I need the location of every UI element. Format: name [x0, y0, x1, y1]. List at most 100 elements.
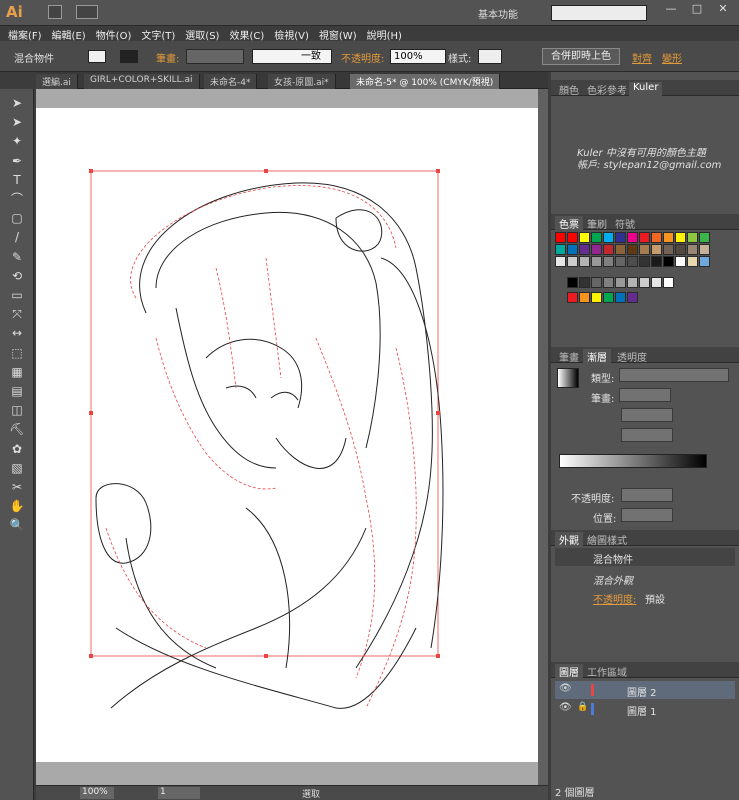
fill-swatch[interactable]: [88, 50, 106, 63]
appearance-opacity-link[interactable]: 不透明度:: [593, 591, 636, 606]
tab-artboards[interactable]: 工作區域: [583, 664, 631, 679]
tool-19-icon[interactable]: ▧: [9, 460, 25, 476]
stroke-swatch[interactable]: [120, 50, 138, 63]
tab-brushes[interactable]: 筆刷: [583, 216, 611, 231]
tab-graphic-styles[interactable]: 繪圖樣式: [583, 532, 631, 547]
gradient-slider[interactable]: [559, 454, 707, 468]
maximize-button[interactable]: □: [686, 2, 708, 16]
tool-13-icon[interactable]: ⬚: [9, 345, 25, 361]
bridge-icon[interactable]: [48, 5, 62, 19]
swatch[interactable]: [591, 292, 602, 303]
menu-item-1[interactable]: 編輯(E): [52, 27, 86, 42]
swatch[interactable]: [615, 244, 626, 255]
gradient-position-field[interactable]: [621, 508, 673, 522]
swatch[interactable]: [675, 244, 686, 255]
swatch[interactable]: [579, 244, 590, 255]
tab-swatches[interactable]: 色票: [555, 216, 583, 231]
swatch[interactable]: [603, 232, 614, 243]
swatch[interactable]: [651, 277, 662, 288]
layer-row-1[interactable]: 👁 🔒 圖層 1: [555, 700, 735, 718]
zoom-field[interactable]: 100%: [80, 787, 114, 799]
swatch[interactable]: [567, 277, 578, 288]
appearance-item[interactable]: 混合外觀: [593, 572, 633, 587]
tool-17-icon[interactable]: ⛏: [9, 421, 25, 437]
tool-7-icon[interactable]: /: [9, 229, 25, 245]
swatch[interactable]: [627, 244, 638, 255]
tab-layers[interactable]: 圖層: [555, 664, 583, 679]
swatch[interactable]: [603, 256, 614, 267]
swatch[interactable]: [651, 256, 662, 267]
tab-doc-4[interactable]: 女孩-原圖.ai*: [268, 74, 336, 89]
layer-name[interactable]: 圖層 1: [627, 703, 657, 718]
swatch[interactable]: [579, 256, 590, 267]
tab-color-guide[interactable]: 色彩參考: [583, 82, 631, 97]
tool-5-icon[interactable]: ⌒: [9, 191, 25, 207]
tool-4-icon[interactable]: T: [9, 172, 25, 188]
swatch[interactable]: [639, 277, 650, 288]
tool-11-icon[interactable]: ⤧: [9, 306, 25, 322]
swatch[interactable]: [627, 232, 638, 243]
menu-item-5[interactable]: 效果(C): [229, 27, 264, 42]
lock-icon[interactable]: 🔒: [577, 702, 588, 712]
swatch[interactable]: [627, 277, 638, 288]
swatch[interactable]: [627, 256, 638, 267]
tool-16-icon[interactable]: ◫: [9, 402, 25, 418]
swatch[interactable]: [687, 256, 698, 267]
swatch[interactable]: [651, 244, 662, 255]
tab-color[interactable]: 顏色: [555, 82, 583, 97]
tool-10-icon[interactable]: ▭: [9, 287, 25, 303]
swatch[interactable]: [579, 232, 590, 243]
swatch[interactable]: [699, 244, 710, 255]
opacity-field[interactable]: 100%: [390, 49, 446, 64]
swatch[interactable]: [663, 277, 674, 288]
swatch[interactable]: [603, 244, 614, 255]
swatch[interactable]: [591, 256, 602, 267]
swatch[interactable]: [699, 256, 710, 267]
tab-doc-1[interactable]: 選編.ai: [36, 74, 78, 89]
tab-stroke[interactable]: 筆畫: [555, 349, 583, 364]
transform-link[interactable]: 變形: [662, 50, 682, 65]
swatch[interactable]: [567, 256, 578, 267]
swatch[interactable]: [615, 292, 626, 303]
artboard-navigator[interactable]: 1: [158, 787, 200, 799]
swatch[interactable]: [567, 232, 578, 243]
menu-item-6[interactable]: 檢視(V): [274, 27, 309, 42]
gradient-opacity-field[interactable]: [621, 488, 673, 502]
swatch[interactable]: [579, 277, 590, 288]
tab-doc-3[interactable]: 未命名-4*: [204, 74, 258, 89]
swatch[interactable]: [639, 256, 650, 267]
tab-doc-2[interactable]: GIRL+COLOR+SKILL.ai: [84, 74, 200, 89]
swatch[interactable]: [699, 232, 710, 243]
tab-transparency[interactable]: 透明度: [613, 349, 651, 364]
menu-item-4[interactable]: 選取(S): [185, 27, 219, 42]
layer-row-2[interactable]: 👁 圖層 2: [555, 681, 735, 699]
align-link[interactable]: 對齊: [632, 50, 652, 65]
graphic-style-swatch[interactable]: [478, 49, 502, 64]
swatch[interactable]: [663, 244, 674, 255]
visibility-eye-icon[interactable]: 👁: [559, 702, 572, 713]
swatch[interactable]: [591, 277, 602, 288]
arrange-documents-icon[interactable]: [76, 5, 98, 19]
artwork[interactable]: [36, 108, 539, 762]
tool-3-icon[interactable]: ✒: [9, 153, 25, 169]
tool-2-icon[interactable]: ✦: [9, 133, 25, 149]
menu-item-7[interactable]: 視窗(W): [319, 27, 357, 42]
swatch[interactable]: [639, 244, 650, 255]
swatch[interactable]: [627, 292, 638, 303]
tool-0-icon[interactable]: ➤: [9, 95, 25, 111]
minimize-button[interactable]: —: [660, 2, 682, 16]
swatch[interactable]: [591, 244, 602, 255]
menu-item-3[interactable]: 文字(T): [141, 27, 175, 42]
workspace-switcher[interactable]: 基本功能: [478, 6, 540, 21]
swatch[interactable]: [567, 292, 578, 303]
tool-9-icon[interactable]: ⟲: [9, 268, 25, 284]
swatch[interactable]: [615, 232, 626, 243]
swatch[interactable]: [603, 292, 614, 303]
tool-14-icon[interactable]: ▦: [9, 364, 25, 380]
gradient-type-select[interactable]: [619, 368, 729, 382]
tool-22-icon[interactable]: 🔍: [9, 517, 25, 533]
tab-symbols[interactable]: 符號: [611, 216, 639, 231]
tab-kuler[interactable]: Kuler: [629, 82, 663, 96]
gradient-angle-field[interactable]: [621, 408, 673, 422]
search-input[interactable]: [551, 5, 647, 21]
